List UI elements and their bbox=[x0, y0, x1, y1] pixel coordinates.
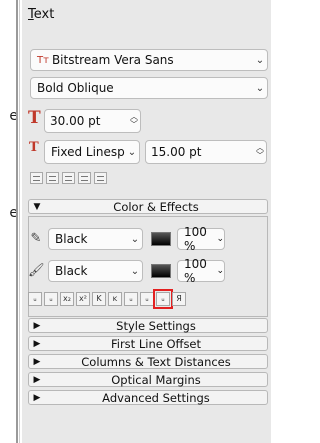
section-style-settings[interactable]: ▶ Style Settings bbox=[28, 318, 268, 333]
line-spacing-spinner[interactable]: 15.00 pt ︿ ﹀ bbox=[145, 140, 267, 164]
expand-arrow-icon: ▶ bbox=[33, 338, 41, 349]
spin-arrows-icon: ⌄ bbox=[216, 234, 224, 244]
fill-color-icon: 🖌 bbox=[28, 263, 45, 278]
section-title: Optical Margins bbox=[111, 372, 201, 387]
fill-color-select[interactable]: Black ⌄ bbox=[48, 260, 143, 282]
chevron-down-icon: ⌄ bbox=[130, 265, 140, 277]
chevron-down-icon: ⌄ bbox=[255, 82, 265, 94]
text-properties-panel: Text Tт Bitstream Vera Sans ⌄ Bold Obliq… bbox=[22, 0, 271, 443]
font-style-value: Bold Oblique bbox=[37, 81, 114, 95]
fill-color-value: Black bbox=[55, 264, 88, 278]
alignment-buttons bbox=[30, 172, 107, 184]
stroke-shade-value: 100 % bbox=[184, 225, 207, 253]
expand-arrow-icon: ▶ bbox=[33, 374, 41, 385]
align-center-button[interactable] bbox=[46, 172, 59, 184]
stroke-color-icon: ✎ bbox=[30, 231, 42, 246]
underline-words-icon[interactable]: ᵤ bbox=[44, 292, 58, 306]
expand-arrow-icon: ▶ bbox=[33, 320, 41, 331]
align-force-justify-button[interactable] bbox=[94, 172, 107, 184]
all-caps-icon[interactable]: K bbox=[92, 292, 106, 306]
fill-shade-value: 100 % bbox=[184, 257, 207, 285]
chevron-down-icon: ⌄ bbox=[255, 54, 265, 66]
chevron-down-icon: ⌄ bbox=[130, 233, 140, 245]
subscript-icon[interactable]: x₂ bbox=[60, 292, 74, 306]
fill-color-swatch bbox=[151, 264, 171, 278]
font-size-spinner[interactable]: 30.00 pt ︿ ﹀ bbox=[44, 109, 141, 133]
font-size-icon: T bbox=[28, 108, 41, 128]
align-justify-button[interactable] bbox=[78, 172, 91, 184]
panel-divider-highlight bbox=[19, 0, 20, 443]
section-title: Style Settings bbox=[116, 318, 196, 333]
section-optical-margins[interactable]: ▶ Optical Margins bbox=[28, 372, 268, 387]
shadow-icon[interactable]: ᵤ bbox=[153, 289, 173, 309]
title-rest: ext bbox=[33, 7, 55, 22]
section-title: First Line Offset bbox=[110, 336, 202, 351]
spin-arrows-icon[interactable]: ︿ ﹀ bbox=[128, 113, 140, 129]
small-caps-icon[interactable]: ᴋ bbox=[108, 292, 122, 306]
align-left-button[interactable] bbox=[30, 172, 43, 184]
font-family-select[interactable]: Tт Bitstream Vera Sans ⌄ bbox=[30, 49, 268, 71]
panel-divider bbox=[16, 0, 18, 443]
reverse-icon[interactable]: Я bbox=[172, 292, 186, 306]
font-style-select[interactable]: Bold Oblique ⌄ bbox=[30, 77, 268, 99]
panel-title[interactable]: Text bbox=[22, 0, 271, 30]
stroke-color-row: ✎ Black ⌄ 100 % ⌄ bbox=[28, 225, 225, 253]
underline-icon[interactable]: ᵤ bbox=[28, 292, 42, 306]
stroke-color-select[interactable]: Black ⌄ bbox=[48, 228, 143, 250]
expand-arrow-icon: ▶ bbox=[33, 392, 41, 403]
line-spacing-mode-value: Fixed Linespac bbox=[51, 145, 125, 159]
section-title: Advanced Settings bbox=[102, 390, 210, 405]
stroke-color-value: Black bbox=[55, 232, 88, 246]
font-size-value: 30.00 pt bbox=[50, 114, 101, 128]
font-family-value: Bitstream Vera Sans bbox=[51, 53, 174, 67]
line-spacing-mode-select[interactable]: Fixed Linespac ⌄ bbox=[44, 140, 140, 164]
section-columns-distances[interactable]: ▶ Columns & Text Distances bbox=[28, 354, 268, 369]
line-spacing-icon: T bbox=[29, 140, 39, 155]
chevron-down-icon: ⌄ bbox=[127, 146, 137, 158]
strikethrough-icon[interactable]: ᵤ bbox=[124, 292, 138, 306]
spin-arrows-icon[interactable]: ︿ ﹀ bbox=[254, 144, 266, 160]
fill-shade-spinner[interactable]: 100 % ⌄ bbox=[177, 257, 225, 285]
spin-arrows-icon: ⌄ bbox=[216, 266, 224, 276]
section-title: Columns & Text Distances bbox=[81, 354, 231, 369]
stroke-shade-spinner[interactable]: 100 % ⌄ bbox=[177, 225, 225, 253]
section-advanced-settings[interactable]: ▶ Advanced Settings bbox=[28, 390, 268, 405]
superscript-icon[interactable]: x² bbox=[76, 292, 90, 306]
stroke-color-swatch bbox=[151, 232, 171, 246]
section-title: Color & Effects bbox=[113, 199, 199, 214]
section-first-line-offset[interactable]: ▶ First Line Offset bbox=[28, 336, 268, 351]
align-right-button[interactable] bbox=[62, 172, 75, 184]
expand-arrow-icon: ▶ bbox=[33, 356, 41, 367]
font-type-icon: Tт bbox=[37, 54, 49, 66]
text-effects-toolbar: ᵤ ᵤ x₂ x² K ᴋ ᵤ ᵤ ᵤ Я bbox=[28, 289, 186, 309]
outline-icon[interactable]: ᵤ bbox=[140, 292, 154, 306]
line-spacing-value: 15.00 pt bbox=[151, 145, 202, 159]
section-color-effects[interactable]: ▼ Color & Effects bbox=[28, 199, 268, 214]
collapse-arrow-icon: ▼ bbox=[33, 201, 41, 212]
fill-color-row: 🖌 Black ⌄ 100 % ⌄ bbox=[28, 257, 225, 285]
